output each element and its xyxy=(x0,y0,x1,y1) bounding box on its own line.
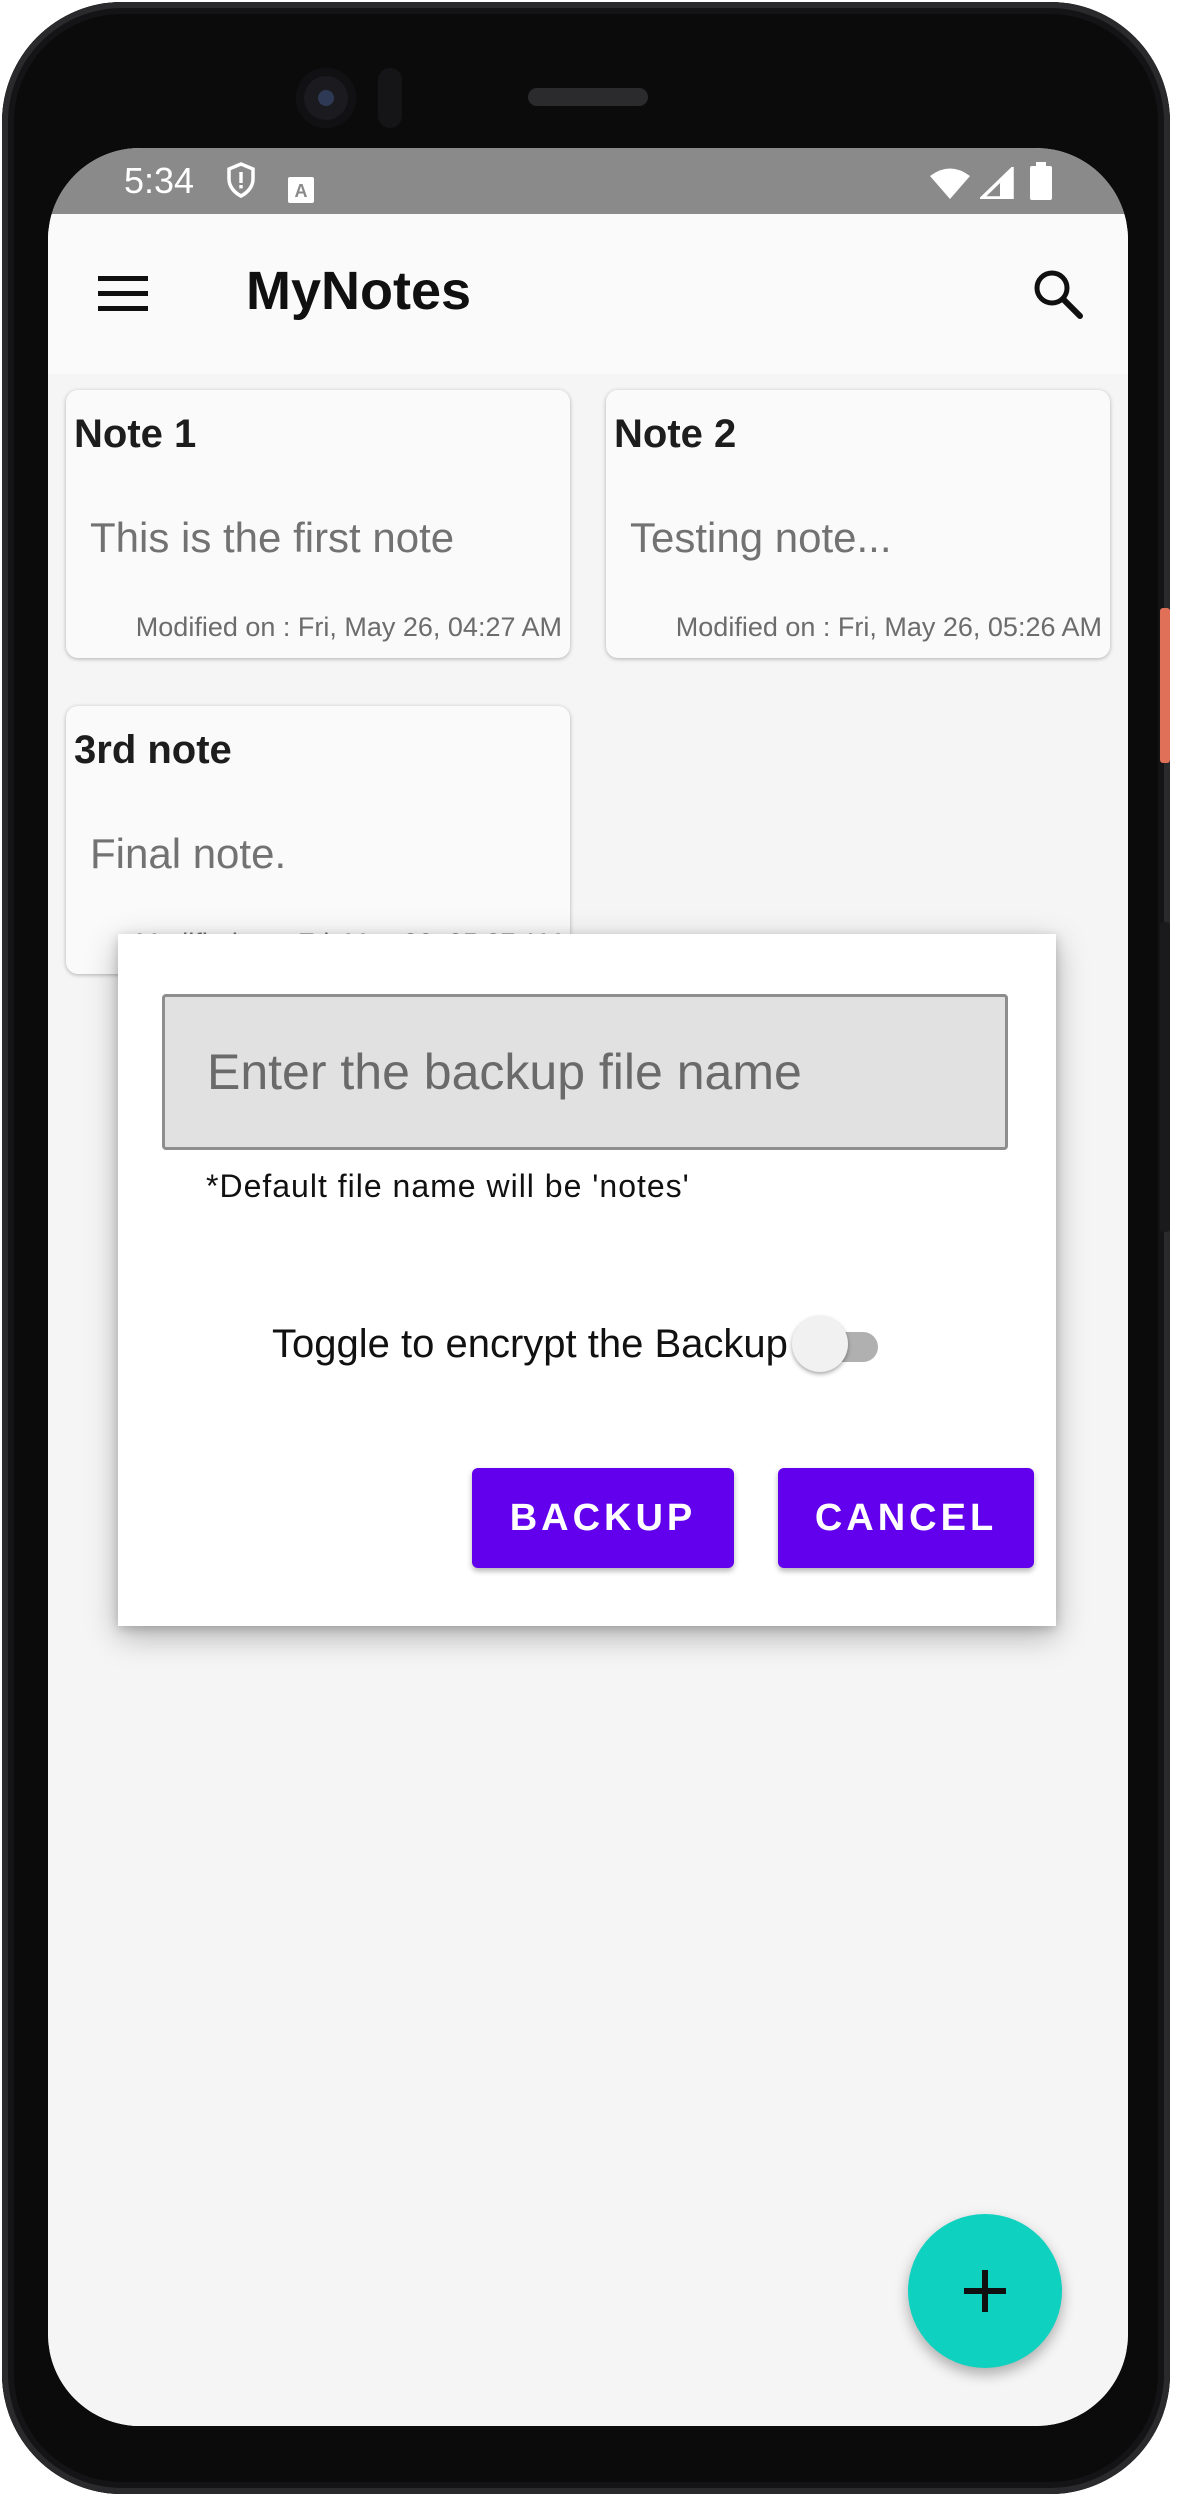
toggle-thumb xyxy=(792,1316,848,1372)
signal-icon xyxy=(977,164,1014,208)
front-camera xyxy=(296,68,356,128)
proximity-sensor xyxy=(378,68,402,128)
encrypt-toggle-switch[interactable] xyxy=(790,1316,886,1376)
volume-button xyxy=(1160,922,1170,1232)
screen: 5:34 A MyNotes Note 1 This is the first … xyxy=(48,148,1128,2426)
phone-frame: 5:34 A MyNotes Note 1 This is the first … xyxy=(2,2,1170,2494)
backup-button[interactable]: BACKUP xyxy=(472,1468,734,1568)
power-button xyxy=(1160,608,1170,763)
battery-icon xyxy=(1030,162,1052,209)
backup-filename-input[interactable] xyxy=(162,994,1008,1150)
keyboard-a-icon: A xyxy=(288,170,314,212)
app-content: MyNotes Note 1 This is the first note Mo… xyxy=(48,214,1128,2426)
backup-dialog: *Default file name will be 'notes' Toggl… xyxy=(118,934,1056,1626)
wifi-icon xyxy=(930,166,970,208)
encrypt-toggle-label: Toggle to encrypt the Backup xyxy=(272,1322,788,1366)
default-filename-hint: *Default file name will be 'notes' xyxy=(206,1168,690,1204)
cancel-button[interactable]: CANCEL xyxy=(778,1468,1034,1568)
status-time: 5:34 xyxy=(124,160,195,201)
earpiece-speaker xyxy=(528,88,648,106)
status-bar: 5:34 A xyxy=(48,148,1128,214)
svg-text:A: A xyxy=(295,181,308,201)
shield-icon xyxy=(226,162,256,207)
